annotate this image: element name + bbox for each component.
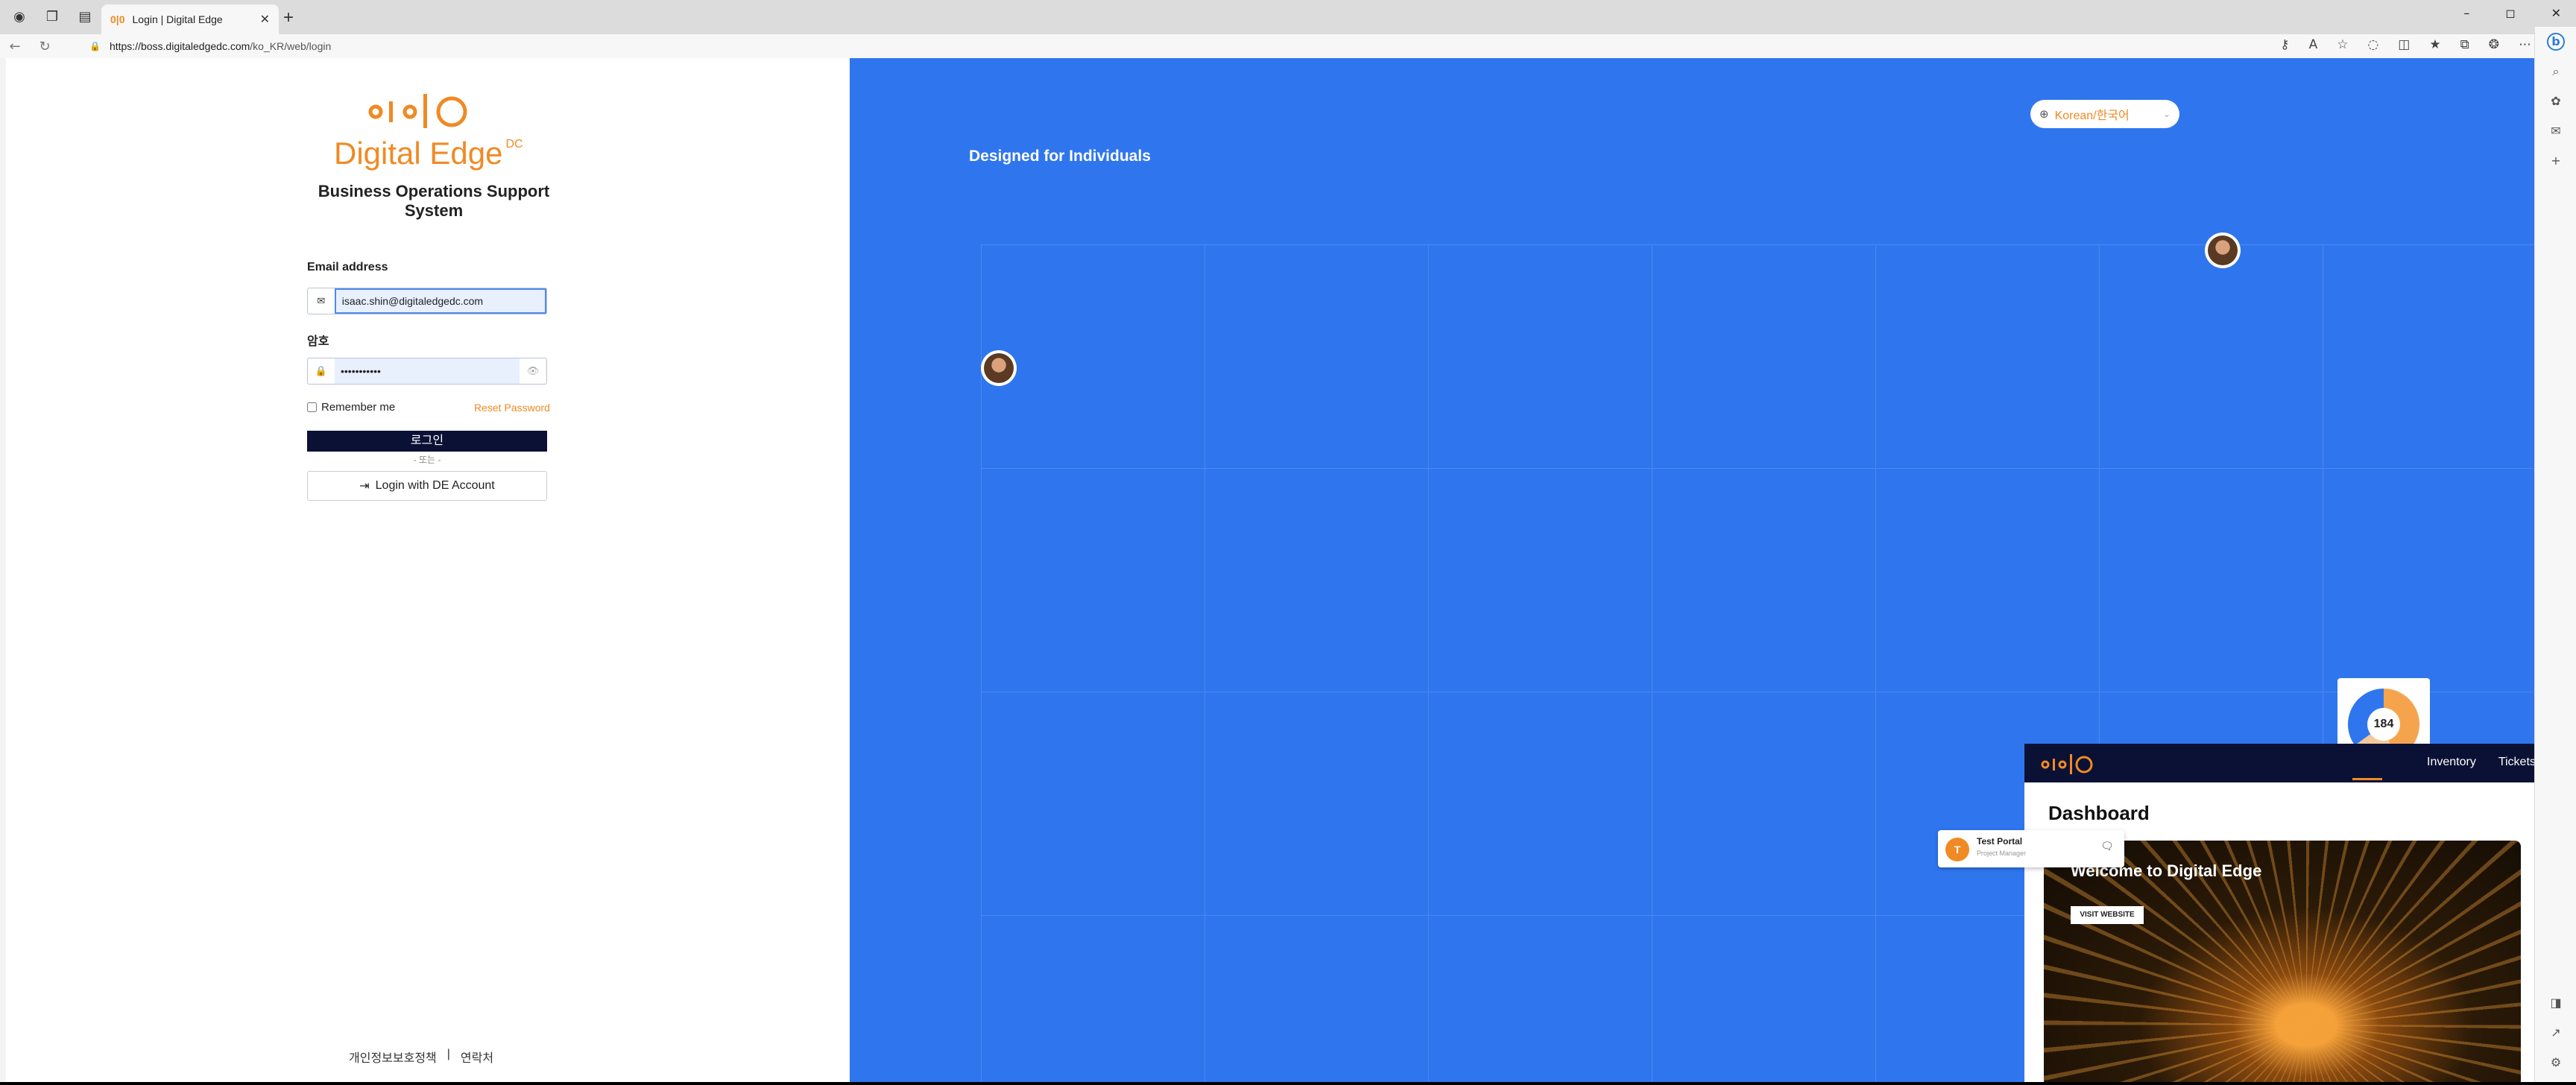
new-tab-button[interactable]: +	[283, 7, 294, 28]
add-sidebar-icon[interactable]: +	[2547, 154, 2565, 171]
footer-separator: |	[446, 1048, 450, 1060]
search-icon[interactable]: ⌕	[2547, 64, 2565, 82]
password-input[interactable]	[335, 358, 520, 384]
back-icon[interactable]: ←	[0, 39, 30, 54]
close-tab-icon[interactable]: ✕	[260, 12, 270, 27]
dashboard-topbar: Inventory Tickets	[2024, 744, 2534, 782]
hero-panel: Designed for Individuals ⊕ Korean/한국어 ⌄ …	[850, 58, 2534, 1082]
brand-sup: DC	[505, 138, 523, 151]
password-field-group: 🔒 👁	[307, 358, 547, 385]
menu-underline	[2352, 778, 2382, 780]
favorites-icon[interactable]: ★	[2429, 37, 2440, 52]
tools-icon[interactable]: ✿	[2547, 94, 2565, 112]
dashboard-title: Dashboard	[2048, 802, 2150, 824]
bing-icon[interactable]: b	[2547, 33, 2565, 51]
navigation-bar: ← ↻ 🔒 https://boss.digitaledgedc.com /ko…	[0, 34, 2576, 58]
tab-login[interactable]: 0|0 Login | Digital Edge ✕	[101, 4, 279, 34]
url-host: https://boss.digitaledgedc.com	[109, 40, 250, 52]
settings-gear-icon[interactable]: ⚙	[2547, 1055, 2565, 1073]
privacy-policy-link[interactable]: 개인정보보호정책	[349, 1048, 437, 1066]
address-bar[interactable]: 🔒 https://boss.digitaledgedc.com /ko_KR/…	[89, 37, 2251, 55]
favorite-star-icon[interactable]: ☆	[2337, 37, 2348, 52]
collections-icon[interactable]: ⧉	[2460, 37, 2469, 52]
favicon-icon: 0|0	[110, 13, 125, 25]
key-icon[interactable]: ⚷	[2280, 37, 2289, 52]
chevron-down-icon: ⌄	[2162, 109, 2171, 119]
more-options-icon[interactable]: ⋯	[2519, 37, 2531, 52]
dashboard-preview: Inventory Tickets Dashboard Welcome to D…	[2024, 744, 2534, 1082]
sidebar-toggle-icon[interactable]: ◨	[2547, 996, 2565, 1013]
email-label: Email address	[307, 261, 388, 273]
minimize-button[interactable]: –	[2463, 6, 2469, 20]
de-account-button[interactable]: ⇥ Login with DE Account	[307, 471, 547, 501]
url-path: /ko_KR/web/login	[250, 40, 332, 52]
remember-checkbox[interactable]	[307, 402, 317, 412]
login-panel: Digital Edge DC Business Operations Suppo…	[6, 58, 850, 1082]
outlook-icon[interactable]: ✉	[2547, 124, 2565, 142]
email-field-group: ✉	[307, 288, 547, 314]
remember-me[interactable]: Remember me	[307, 401, 395, 414]
globe-icon: ⊕	[2039, 107, 2049, 121]
password-label: 암호	[307, 335, 329, 348]
de-account-label: Login with DE Account	[375, 479, 495, 492]
user-card: T Test Portal Project Manager 🗨	[1938, 830, 2124, 867]
user-name: Test Portal	[1977, 836, 2023, 847]
system-name: Business Operations Support System	[318, 182, 550, 220]
sign-in-icon: ⇥	[359, 480, 370, 493]
user-initial-avatar: T	[1945, 838, 1969, 861]
footer-links: 개인정보보호정책 | 연락처	[349, 1048, 493, 1066]
menu-tickets: Tickets	[2498, 756, 2534, 768]
workspaces-icon[interactable]: ❐	[43, 7, 61, 25]
maximize-button[interactable]: ◻	[2505, 6, 2515, 20]
or-divider: - 또는 -	[413, 455, 441, 465]
language-label: Korean/한국어	[2054, 110, 2130, 122]
lock-icon: 🔒	[315, 365, 328, 377]
browser-window: ◉ ❐ ▤ 0|0 Login | Digital Edge ✕ + – ◻ ✕…	[0, 0, 2576, 1082]
split-screen-icon[interactable]: ◫	[2398, 37, 2410, 52]
donut-value: 184	[2367, 708, 2400, 741]
menu-inventory: Inventory	[2427, 756, 2476, 768]
external-link-icon[interactable]: ↗	[2547, 1025, 2565, 1043]
avatar-woman	[2205, 232, 2241, 268]
email-input[interactable]	[334, 288, 546, 314]
tab-strip: ◉ ❐ ▤ 0|0 Login | Digital Edge ✕ + – ◻ ✕	[0, 0, 2576, 34]
edge-sidebar: b ⌕ ✿ ✉ + ◨ ↗ ⚙	[2534, 27, 2576, 1082]
extension-icon[interactable]: ◌	[2367, 37, 2378, 52]
user-role: Project Manager	[1977, 850, 2027, 857]
dashboard-logo-icon	[2041, 754, 2093, 774]
refresh-icon[interactable]: ↻	[30, 39, 60, 54]
tab-actions-icon[interactable]: ▤	[76, 7, 94, 25]
contact-link[interactable]: 연락처	[461, 1048, 493, 1066]
tagline: Designed for Individuals	[969, 148, 1151, 165]
chat-icon: 🗨	[2100, 841, 2114, 852]
digital-edge-logo-icon	[368, 94, 467, 128]
web-page: Digital Edge DC Business Operations Suppo…	[6, 58, 2534, 1082]
brand-text: Digital Edge	[334, 136, 503, 171]
login-button[interactable]: 로그인	[307, 431, 547, 452]
show-password-icon[interactable]: 👁	[520, 366, 546, 377]
language-selector[interactable]: ⊕ Korean/한국어 ⌄	[2030, 100, 2179, 128]
envelope-icon: ✉	[317, 295, 326, 307]
close-window-button[interactable]: ✕	[2551, 6, 2561, 20]
reset-password-link[interactable]: Reset Password	[474, 402, 550, 414]
avatar-man	[981, 350, 1017, 386]
lock-icon[interactable]: 🔒	[89, 41, 101, 51]
visit-website-button: VISIT WEBSITE	[2071, 906, 2144, 924]
welcome-banner: Welcome to Digital Edge VISIT WEBSITE	[2044, 841, 2521, 1082]
remember-label: Remember me	[321, 401, 396, 414]
tab-title: Login | Digital Edge	[132, 13, 223, 25]
brand-name: Digital Edge DC	[334, 136, 523, 171]
read-aloud-icon[interactable]: A	[2309, 37, 2318, 52]
profile-icon[interactable]: ◉	[10, 7, 28, 25]
copilot-icon[interactable]: ❂	[2489, 37, 2499, 52]
